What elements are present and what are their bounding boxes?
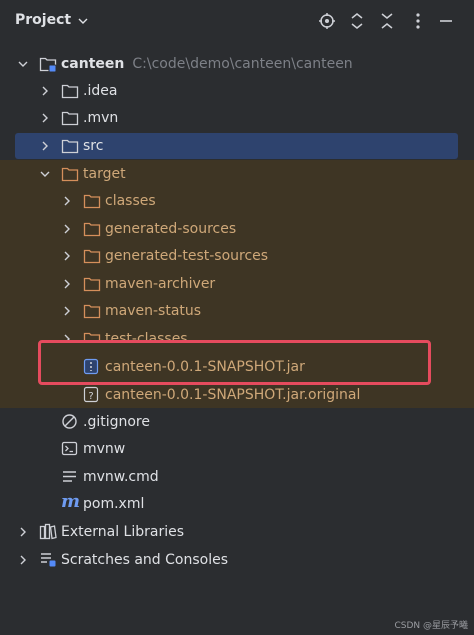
tree-item-label: mvnw.cmd <box>83 469 159 485</box>
tree-row-jar[interactable]: canteen-0.0.1-SNAPSHOT.jar <box>0 354 474 380</box>
chevron-right-icon[interactable] <box>61 278 73 290</box>
options-icon[interactable] <box>407 10 429 32</box>
ignore-file-icon <box>62 414 77 429</box>
chevron-right-icon[interactable] <box>61 250 73 262</box>
chevron-right-icon[interactable] <box>17 554 29 566</box>
tree-item-label: External Libraries <box>61 524 184 540</box>
folder-icon <box>61 139 79 154</box>
tree-row-classes[interactable]: classes <box>0 188 474 214</box>
chevron-right-icon[interactable] <box>39 85 51 97</box>
tree-item-label: canteen-0.0.1-SNAPSHOT.jar <box>105 359 305 375</box>
unknown-file-icon: ? <box>83 386 99 403</box>
chevron-right-icon[interactable] <box>39 140 51 152</box>
tree-item-label: mvnw <box>83 441 126 457</box>
module-folder-icon <box>39 57 57 72</box>
svg-text:?: ? <box>88 391 93 402</box>
tree-row-pom[interactable]: m pom.xml <box>0 491 474 517</box>
root-folder-path: C:\code\demo\canteen\canteen <box>132 56 353 72</box>
tree-row-idea[interactable]: .idea <box>0 78 474 104</box>
tree-item-label: test-classes <box>105 331 188 342</box>
tree-item-label: generated-sources <box>105 221 237 237</box>
tree-row-external-libraries[interactable]: External Libraries <box>0 519 474 545</box>
excluded-folder-icon <box>83 222 101 237</box>
project-view-selector[interactable]: Project <box>15 12 89 28</box>
expand-all-icon[interactable] <box>346 10 368 32</box>
tree-row-maven-status[interactable]: maven-status <box>0 298 474 324</box>
chevron-down-icon <box>78 18 88 24</box>
chevron-right-icon[interactable] <box>61 195 73 207</box>
chevron-right-icon[interactable] <box>61 333 73 342</box>
tree-item-label: .gitignore <box>83 414 150 430</box>
hide-icon[interactable] <box>435 10 457 32</box>
tree-item-label: src <box>83 138 104 154</box>
tree-item-label: pom.xml <box>83 496 145 512</box>
chevron-right-icon[interactable] <box>17 526 29 538</box>
tree-row-mvnw-cmd[interactable]: mvnw.cmd <box>0 464 474 490</box>
tree-row-test-classes[interactable]: test-classes <box>0 326 474 342</box>
tree-row-scratches[interactable]: Scratches and Consoles <box>0 547 474 573</box>
tree-item-label: maven-status <box>105 303 202 319</box>
folder-icon <box>61 84 79 99</box>
tree-row-jar-original[interactable]: ? canteen-0.0.1-SNAPSHOT.jar.original <box>0 382 474 408</box>
excluded-folder-icon <box>83 194 101 209</box>
tree-item-label: target <box>83 166 126 182</box>
terminal-file-icon <box>61 441 78 456</box>
panel-title: Project <box>15 12 72 28</box>
library-icon <box>39 523 57 540</box>
tree-row-root[interactable]: canteen C:\code\demo\canteen\canteen <box>0 51 474 77</box>
tree-item-label: Scratches and Consoles <box>61 552 228 568</box>
locate-icon[interactable] <box>316 10 338 32</box>
excluded-folder-icon <box>83 277 101 292</box>
jar-file-icon <box>83 358 99 375</box>
chevron-right-icon[interactable] <box>39 112 51 124</box>
excluded-folder-icon <box>83 249 101 264</box>
scratches-icon <box>41 553 56 567</box>
tree-row-generated-test-sources[interactable]: generated-test-sources <box>0 243 474 269</box>
tree-row-gitignore[interactable]: .gitignore <box>0 409 474 435</box>
chevron-down-icon[interactable] <box>39 168 51 180</box>
watermark: CSDN @星辰予曦 <box>394 621 468 631</box>
tree-item-label: maven-archiver <box>105 276 216 292</box>
tree-item-label: generated-test-sources <box>105 248 269 264</box>
tree-item-label: classes <box>105 193 156 209</box>
excluded-folder-icon <box>83 304 101 319</box>
tree-row-src[interactable]: src <box>15 133 458 159</box>
maven-icon: m <box>61 491 81 512</box>
tree-row-generated-sources[interactable]: generated-sources <box>0 216 474 242</box>
tree-row-mvnw[interactable]: mvnw <box>0 436 474 462</box>
root-folder-name: canteen <box>61 56 125 72</box>
folder-icon <box>61 111 79 126</box>
tree-item-label: .idea <box>83 83 118 99</box>
collapse-all-icon[interactable] <box>376 10 398 32</box>
chevron-right-icon[interactable] <box>61 223 73 235</box>
excluded-folder-icon <box>61 167 79 182</box>
tree-row-maven-archiver[interactable]: maven-archiver <box>0 271 474 297</box>
project-panel-header: Project <box>0 0 474 42</box>
text-file-icon <box>63 471 76 482</box>
tree-row-target[interactable]: target <box>0 161 474 187</box>
excluded-folder-icon <box>83 332 101 342</box>
tree-row-mvn[interactable]: .mvn <box>0 105 474 131</box>
chevron-down-icon[interactable] <box>17 58 29 70</box>
tree-item-label: .mvn <box>83 110 119 126</box>
chevron-right-icon[interactable] <box>61 305 73 317</box>
tree-item-label: canteen-0.0.1-SNAPSHOT.jar.original <box>105 387 361 403</box>
